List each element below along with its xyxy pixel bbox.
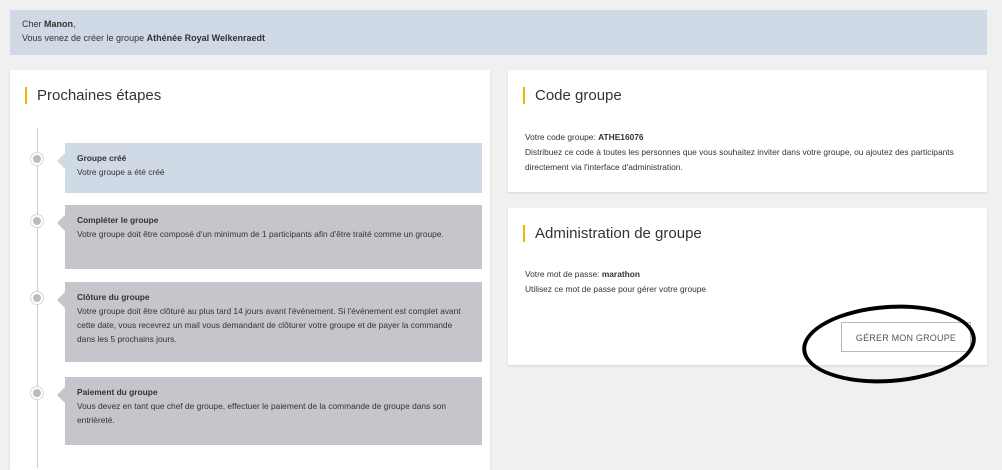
group-code-description: Distribuez ce code à toutes les personne… (525, 147, 954, 172)
next-steps-card: Prochaines étapes Groupe créé Votre grou… (10, 70, 490, 470)
group-name: Athénée Royal Welkenraedt (146, 33, 265, 43)
next-steps-title: Prochaines étapes (25, 87, 161, 104)
step-title: Compléter le groupe (77, 215, 159, 225)
timeline-dot (31, 387, 43, 399)
greeting-prefix: Cher (22, 19, 45, 29)
step-complete-group: Compléter le groupe Votre groupe doit êt… (57, 205, 482, 269)
group-code-info: Votre code groupe: ATHE16076 Distribuez … (525, 130, 975, 175)
step-title: Clôture du groupe (77, 292, 150, 302)
password-line: Votre mot de passe: marathon (525, 267, 975, 282)
timeline-dot (31, 292, 43, 304)
manage-group-button[interactable]: GÉRER MON GROUPE (841, 322, 971, 352)
step-close-group: Clôture du groupe Votre groupe doit être… (57, 282, 482, 362)
group-code-line: Votre code groupe: ATHE16076 (525, 130, 975, 145)
group-admin-info: Votre mot de passe: marathon Utilisez ce… (525, 267, 975, 297)
step-description: Vous devez en tant que chef de groupe, e… (77, 401, 447, 425)
step-description: Votre groupe a été créé (77, 167, 165, 177)
group-code-label: Votre code groupe: (525, 132, 599, 142)
timeline-dot (31, 215, 43, 227)
password-label: Votre mot de passe: (525, 269, 602, 279)
step-description: Votre groupe doit être composé d'un mini… (77, 229, 444, 239)
group-admin-title: Administration de groupe (523, 225, 702, 242)
user-name: Manon (44, 19, 74, 29)
step-title: Groupe créé (77, 153, 127, 163)
group-code-title: Code groupe (523, 87, 622, 104)
group-code-card: Code groupe Votre code groupe: ATHE16076… (508, 70, 987, 192)
message-prefix: Vous venez de créer le groupe (22, 33, 147, 43)
password-value: marathon (601, 269, 640, 279)
step-title: Paiement du groupe (77, 387, 158, 397)
group-created-message: Vous venez de créer le groupe Athénée Ro… (22, 31, 975, 45)
greeting-suffix: , (73, 19, 76, 29)
step-group-created: Groupe créé Votre groupe a été créé (57, 143, 482, 193)
step-group-payment: Paiement du groupe Vous devez en tant qu… (57, 377, 482, 445)
greeting-line: Cher Manon, (22, 17, 975, 31)
step-description: Votre groupe doit être clôturé au plus t… (77, 306, 461, 344)
group-admin-card: Administration de groupe Votre mot de pa… (508, 208, 987, 365)
timeline-dot (31, 153, 43, 165)
welcome-banner: Cher Manon, Vous venez de créer le group… (10, 10, 987, 55)
group-code-value: ATHE16076 (598, 132, 644, 142)
password-description: Utilisez ce mot de passe pour gérer votr… (525, 284, 707, 294)
